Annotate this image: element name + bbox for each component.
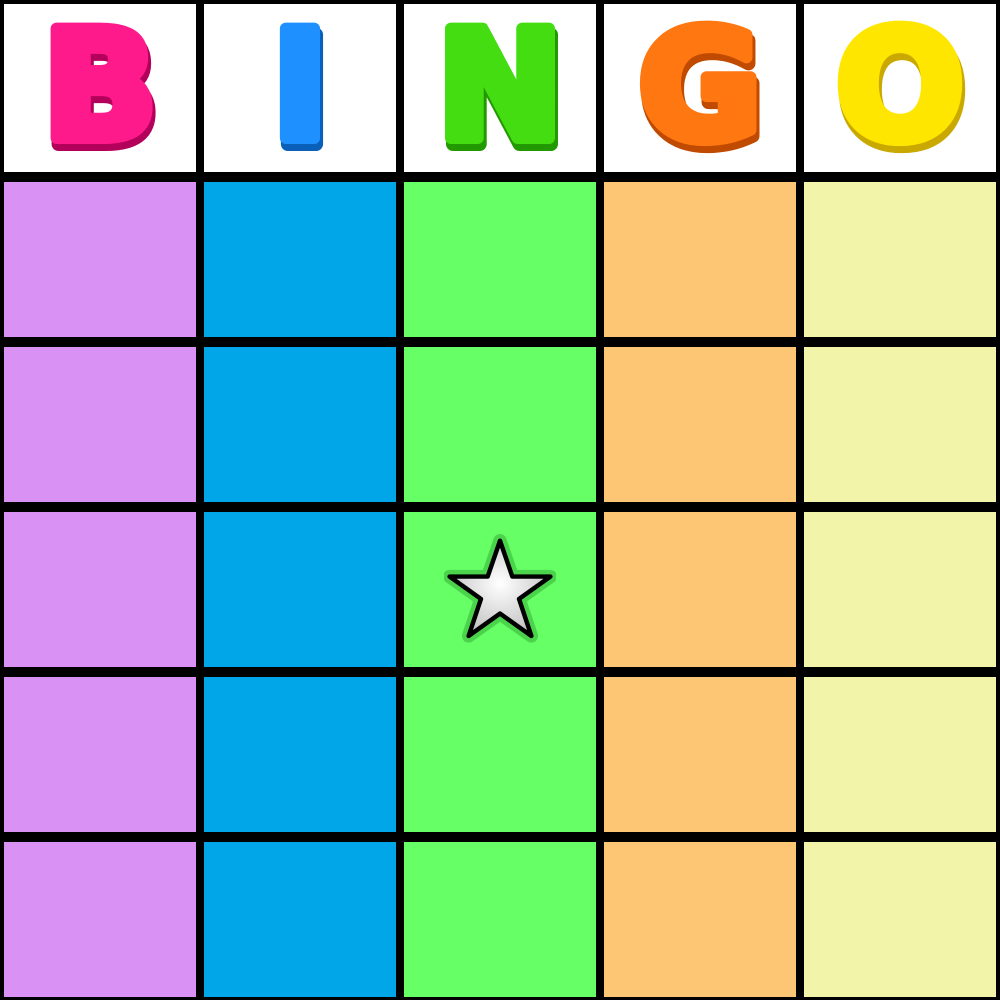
bingo-cell-i-2[interactable]: [204, 347, 396, 502]
header-cell-o: OO: [804, 4, 996, 172]
bingo-cell-o-5[interactable]: [804, 842, 996, 997]
bingo-cell-g-5[interactable]: [604, 842, 796, 997]
bingo-cell-o-4[interactable]: [804, 677, 996, 832]
bingo-header: BBIINNGGOO: [0, 0, 1000, 172]
free-space-cell[interactable]: [404, 512, 596, 667]
bingo-cell-n-1[interactable]: [404, 182, 596, 337]
bingo-cell-g-1[interactable]: [604, 182, 796, 337]
bingo-cell-g-3[interactable]: [604, 512, 796, 667]
bingo-cell-b-4[interactable]: [4, 677, 196, 832]
bingo-cell-i-5[interactable]: [204, 842, 396, 997]
bingo-cell-o-3[interactable]: [804, 512, 996, 667]
bingo-cell-i-3[interactable]: [204, 512, 396, 667]
header-cell-n: NN: [404, 4, 596, 172]
star-icon: [444, 533, 556, 643]
bingo-cell-b-1[interactable]: [4, 182, 196, 337]
bingo-cell-b-2[interactable]: [4, 347, 196, 502]
header-letter-n: N: [437, 8, 563, 168]
bingo-cell-o-2[interactable]: [804, 347, 996, 502]
header-cell-i: II: [204, 4, 396, 172]
header-letter-b: B: [43, 8, 157, 168]
header-letter-o: O: [836, 8, 964, 168]
bingo-card: BBIINNGGOO: [0, 0, 1000, 1000]
bingo-cell-b-5[interactable]: [4, 842, 196, 997]
bingo-cell-i-1[interactable]: [204, 182, 396, 337]
bingo-cell-g-4[interactable]: [604, 677, 796, 832]
bingo-cell-n-2[interactable]: [404, 347, 596, 502]
bingo-cell-i-4[interactable]: [204, 677, 396, 832]
bingo-cell-g-2[interactable]: [604, 347, 796, 502]
header-letter-g: G: [638, 8, 761, 168]
bingo-grid: [0, 172, 1000, 1000]
header-letter-i: I: [272, 8, 328, 168]
bingo-cell-b-3[interactable]: [4, 512, 196, 667]
header-cell-g: GG: [604, 4, 796, 172]
bingo-cell-o-1[interactable]: [804, 182, 996, 337]
header-cell-b: BB: [4, 4, 196, 172]
bingo-cell-n-4[interactable]: [404, 677, 596, 832]
bingo-cell-n-5[interactable]: [404, 842, 596, 997]
